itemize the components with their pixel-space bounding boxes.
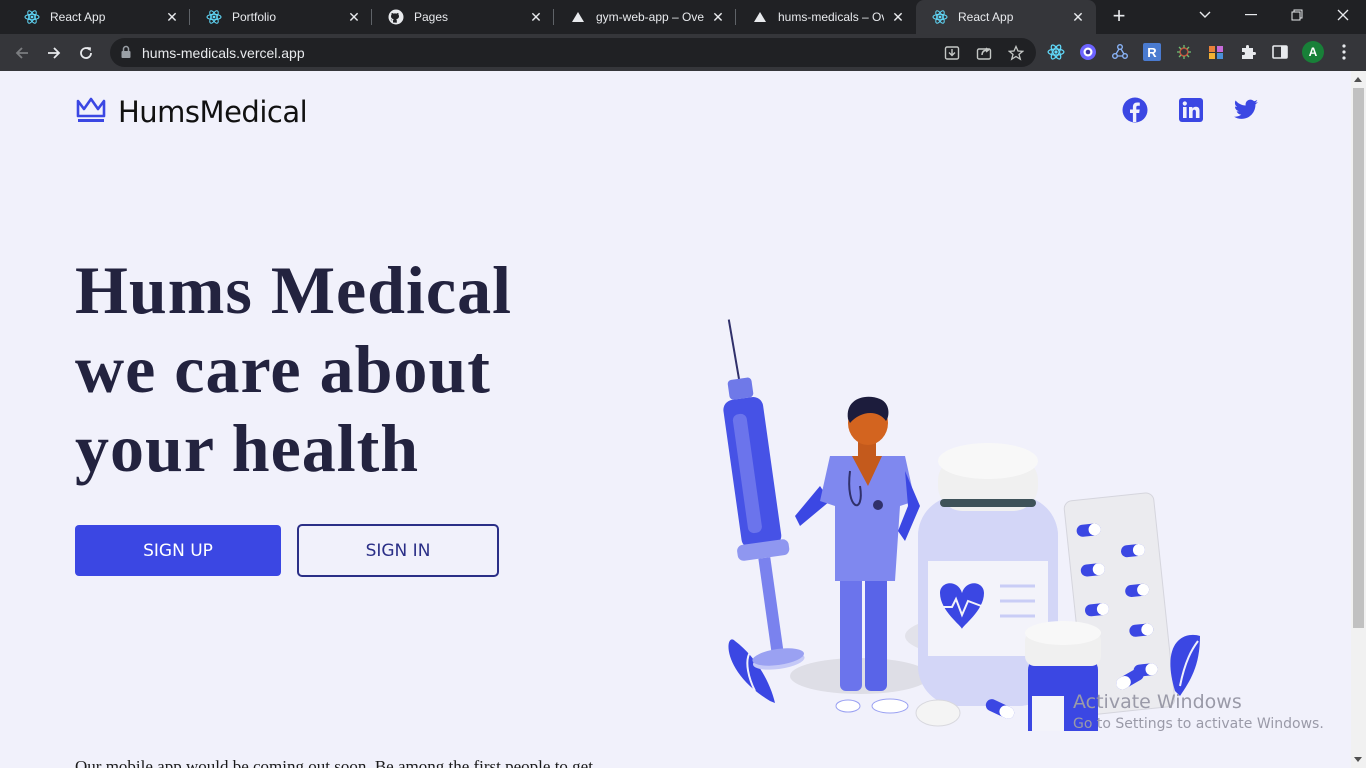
browser-tab[interactable]: Portfolio ✕ [190, 0, 372, 34]
side-panel-icon[interactable] [1271, 43, 1289, 61]
browser-tab[interactable]: React App ✕ [8, 0, 190, 34]
facebook-icon[interactable] [1122, 97, 1148, 123]
watermark-title: Activate Windows [1073, 691, 1242, 713]
browser-tab[interactable]: Pages ✕ [372, 0, 554, 34]
close-icon[interactable]: ✕ [528, 9, 544, 25]
vercel-icon [570, 9, 586, 25]
sign-up-button[interactable]: SIGN UP [75, 525, 281, 576]
r-extension-icon[interactable]: R [1143, 43, 1161, 61]
doctor-illustration [723, 319, 1200, 731]
page-viewport: HumsMedical Hums Medical we care about y… [0, 71, 1351, 768]
browser-tab[interactable]: hums-medicals – Overview ✕ [736, 0, 916, 34]
close-icon[interactable]: ✕ [1070, 9, 1086, 25]
avatar[interactable]: A [1302, 41, 1324, 63]
tab-title: gym-web-app – Overview [596, 10, 704, 24]
react-icon [24, 9, 40, 25]
tab-title: Portfolio [232, 10, 277, 24]
scroll-up-arrow-icon[interactable] [1354, 77, 1362, 82]
react-devtools-icon[interactable] [1047, 43, 1065, 61]
tab-title: hums-medicals – Overview [778, 10, 884, 24]
extension-icon[interactable] [1079, 43, 1097, 61]
scroll-down-arrow-icon[interactable] [1354, 757, 1362, 762]
close-icon[interactable]: ✕ [346, 9, 362, 25]
url-text[interactable]: hums-medicals.vercel.app [142, 45, 305, 61]
tab-strip: React App ✕ Portfolio ✕ Pages ✕ gym-web-… [0, 0, 1366, 34]
browser-tab[interactable]: gym-web-app – Overview ✕ [554, 0, 736, 34]
puzzle-extensions-icon[interactable] [1239, 43, 1257, 61]
vercel-icon [752, 9, 768, 25]
watermark-subtitle: Go to Settings to activate Windows. [1073, 716, 1324, 732]
hero-line: your health [75, 410, 420, 486]
activate-windows-watermark: Activate Windows Go to Settings to activ… [1073, 691, 1324, 732]
twitter-icon[interactable] [1233, 97, 1259, 123]
close-icon[interactable]: ✕ [710, 9, 726, 25]
lock-icon[interactable] [120, 45, 132, 64]
sign-in-button[interactable]: SIGN IN [297, 524, 499, 577]
site-logo[interactable]: HumsMedical [76, 95, 308, 129]
new-tab-button[interactable]: + [1108, 5, 1130, 28]
browser-tab-active[interactable]: React App ✕ [916, 0, 1096, 34]
restore-icon[interactable] [1274, 0, 1320, 30]
address-bar[interactable]: hums-medicals.vercel.app [110, 38, 1036, 67]
install-icon[interactable] [944, 45, 960, 61]
close-window-icon[interactable] [1320, 0, 1366, 30]
scroll-thumb[interactable] [1353, 88, 1364, 628]
tab-title: React App [958, 10, 1014, 24]
crown-icon [76, 96, 106, 129]
react-icon [932, 9, 948, 25]
bookmark-star-icon[interactable] [1007, 44, 1025, 61]
share-icon[interactable] [976, 45, 992, 61]
browser-toolbar: hums-medicals.vercel.app R A [0, 34, 1366, 71]
close-icon[interactable]: ✕ [890, 9, 906, 25]
page-scrollbar[interactable] [1351, 71, 1366, 768]
extension-icon[interactable] [1207, 43, 1225, 61]
forward-icon[interactable] [40, 39, 68, 67]
hero-line: Hums Medical [75, 252, 512, 328]
network-icon[interactable] [1111, 43, 1129, 61]
minimize-icon[interactable] [1228, 0, 1274, 30]
tab-search-icon[interactable] [1182, 0, 1228, 30]
github-icon [388, 9, 404, 25]
tab-title: Pages [414, 10, 449, 24]
back-icon[interactable] [8, 39, 36, 67]
hero-headline: Hums Medical we care about your health [75, 251, 635, 488]
teaser-text: Our mobile app would be coming out soon.… [75, 757, 593, 768]
bug-icon[interactable] [1175, 43, 1193, 61]
react-icon [206, 9, 222, 25]
reload-icon[interactable] [72, 39, 100, 67]
tab-title: React App [50, 10, 106, 24]
hero-line: we care about [75, 331, 491, 407]
logo-text: HumsMedical [118, 95, 308, 129]
menu-icon[interactable] [1335, 43, 1353, 61]
close-icon[interactable]: ✕ [164, 9, 180, 25]
linkedin-icon[interactable] [1178, 97, 1204, 123]
